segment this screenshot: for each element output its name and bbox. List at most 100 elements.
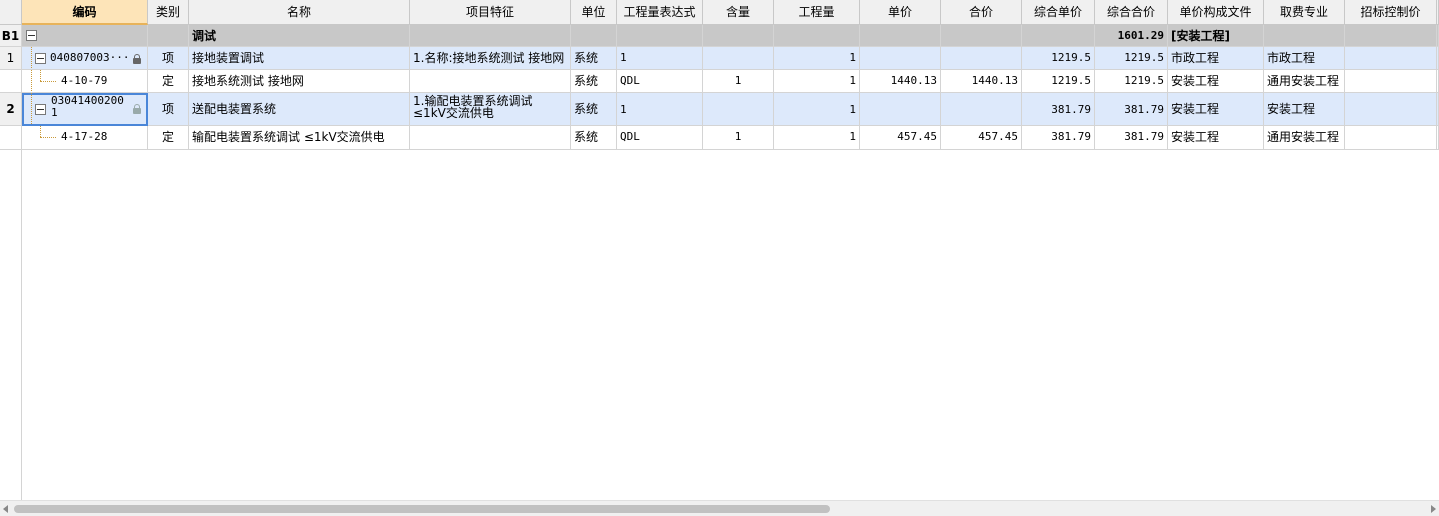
column-header-expr[interactable]: 工程量表达式: [617, 0, 703, 25]
cell-content[interactable]: [703, 25, 774, 47]
column-header-price-file[interactable]: 单价构成文件: [1168, 0, 1264, 25]
column-header-total-price[interactable]: 合价: [941, 0, 1022, 25]
cell-name[interactable]: 送配电装置系统: [189, 93, 410, 126]
cell-fee-specialty[interactable]: 市政工程: [1264, 47, 1345, 70]
cell-total-price[interactable]: 457.45: [941, 126, 1022, 150]
cell-unit[interactable]: [571, 25, 617, 47]
column-header-comp-unit-price[interactable]: 综合单价: [1022, 0, 1095, 25]
cell-features[interactable]: 1.名称:接地系统测试 接地网: [410, 47, 571, 70]
cell-comp-unit-price[interactable]: 1219.5: [1022, 70, 1095, 93]
lock-icon[interactable]: [133, 54, 141, 64]
cell-name[interactable]: 输配电装置系统调试 ≤1kV交流供电: [189, 126, 410, 150]
column-header-comp-total[interactable]: 综合合价: [1095, 0, 1168, 25]
cell-qty[interactable]: 1: [774, 70, 860, 93]
cell-qty[interactable]: 1: [774, 93, 860, 126]
cell-total-price[interactable]: [941, 93, 1022, 126]
cell-name[interactable]: 接地装置调试: [189, 47, 410, 70]
column-header-features[interactable]: 项目特征: [410, 0, 571, 25]
cell-name[interactable]: 接地系统测试 接地网: [189, 70, 410, 93]
column-header-type[interactable]: 类别: [148, 0, 189, 25]
row-number[interactable]: [0, 70, 22, 93]
lock-icon[interactable]: [133, 104, 141, 114]
cell-total-price[interactable]: 1440.13: [941, 70, 1022, 93]
cell-expr[interactable]: QDL: [617, 126, 703, 150]
cell-unit-price[interactable]: [860, 93, 941, 126]
cell-unit-price[interactable]: [860, 25, 941, 47]
collapse-icon[interactable]: [35, 53, 46, 64]
cell-name[interactable]: 调试: [189, 25, 410, 47]
cell-features[interactable]: [410, 25, 571, 47]
cell-fee-specialty[interactable]: 通用安装工程: [1264, 126, 1345, 150]
column-header-unit-price[interactable]: 单价: [860, 0, 941, 25]
cell-price-file[interactable]: 安装工程: [1168, 70, 1264, 93]
cell-content[interactable]: 1: [703, 126, 774, 150]
cell-comp-unit-price[interactable]: [1022, 25, 1095, 47]
cell-code[interactable]: 4-10-79: [22, 70, 148, 93]
cell-expr[interactable]: 1: [617, 93, 703, 126]
cell-features[interactable]: 1.输配电装置系统调试 ≤1kV交流供电: [410, 93, 571, 126]
column-header-bid-control[interactable]: 招标控制价: [1345, 0, 1437, 25]
horizontal-scrollbar[interactable]: [0, 500, 1439, 516]
column-header-qty[interactable]: 工程量: [774, 0, 860, 25]
cell-expr[interactable]: [617, 25, 703, 47]
cell-fee-specialty[interactable]: [1264, 25, 1345, 47]
cell-code[interactable]: 4-17-28: [22, 126, 148, 150]
row-number[interactable]: [0, 126, 22, 150]
cell-comp-total[interactable]: 1601.29: [1095, 25, 1168, 47]
table-row-quota[interactable]: 4-10-79 定 接地系统测试 接地网 系统 QDL 1 1 1440.13 …: [0, 70, 1439, 93]
cell-code[interactable]: 030414002001: [22, 93, 148, 126]
row-number[interactable]: 1: [0, 47, 22, 70]
column-header-fee-specialty[interactable]: 取费专业: [1264, 0, 1345, 25]
column-header-code[interactable]: 编码: [22, 0, 148, 25]
table-row-group[interactable]: B1 调试 1601.29 [安装工程]: [0, 25, 1439, 47]
collapse-icon[interactable]: [26, 30, 37, 41]
cell-bid-control[interactable]: [1345, 47, 1437, 70]
table-row-item[interactable]: 2 030414002001 项 送配电装置系统 1.输配电装置系统调试 ≤1k…: [0, 93, 1439, 126]
cell-bid-control[interactable]: [1345, 25, 1437, 47]
cell-comp-unit-price[interactable]: 381.79: [1022, 126, 1095, 150]
cell-expr[interactable]: 1: [617, 47, 703, 70]
cell-unit-price[interactable]: 1440.13: [860, 70, 941, 93]
cell-bid-control[interactable]: [1345, 93, 1437, 126]
table-row-item[interactable]: 1 040807003··· 项 接地装置调试 1.名称:接地系统测试 接地网 …: [0, 47, 1439, 70]
cell-unit[interactable]: 系统: [571, 70, 617, 93]
cell-content[interactable]: 1: [703, 70, 774, 93]
cell-total-price[interactable]: [941, 25, 1022, 47]
row-number[interactable]: 2: [0, 93, 22, 126]
cell-type[interactable]: [148, 25, 189, 47]
cell-comp-total[interactable]: 1219.5: [1095, 70, 1168, 93]
header-corner[interactable]: [0, 0, 22, 25]
cell-comp-total[interactable]: 1219.5: [1095, 47, 1168, 70]
cell-price-file[interactable]: 安装工程: [1168, 126, 1264, 150]
cell-comp-unit-price[interactable]: 381.79: [1022, 93, 1095, 126]
cell-price-file[interactable]: 市政工程: [1168, 47, 1264, 70]
cell-qty[interactable]: 1: [774, 47, 860, 70]
cell-unit-price[interactable]: [860, 47, 941, 70]
cell-type[interactable]: 定: [148, 126, 189, 150]
cell-bid-control[interactable]: [1345, 126, 1437, 150]
scroll-right-icon[interactable]: [1431, 505, 1436, 513]
table-row-quota[interactable]: 4-17-28 定 输配电装置系统调试 ≤1kV交流供电 系统 QDL 1 1 …: [0, 126, 1439, 150]
row-number[interactable]: B1: [0, 25, 22, 47]
cell-comp-total[interactable]: 381.79: [1095, 126, 1168, 150]
cell-fee-specialty[interactable]: 通用安装工程: [1264, 70, 1345, 93]
cell-comp-total[interactable]: 381.79: [1095, 93, 1168, 126]
cell-total-price[interactable]: [941, 47, 1022, 70]
cell-content[interactable]: [703, 93, 774, 126]
cell-features[interactable]: [410, 126, 571, 150]
cell-type[interactable]: 项: [148, 47, 189, 70]
cell-features[interactable]: [410, 70, 571, 93]
cell-fee-specialty[interactable]: 安装工程: [1264, 93, 1345, 126]
cell-unit[interactable]: 系统: [571, 126, 617, 150]
cell-unit[interactable]: 系统: [571, 93, 617, 126]
cell-expr[interactable]: QDL: [617, 70, 703, 93]
cell-qty[interactable]: [774, 25, 860, 47]
column-header-unit[interactable]: 单位: [571, 0, 617, 25]
column-header-content[interactable]: 含量: [703, 0, 774, 25]
cell-unit[interactable]: 系统: [571, 47, 617, 70]
cell-unit-price[interactable]: 457.45: [860, 126, 941, 150]
cell-price-file[interactable]: 安装工程: [1168, 93, 1264, 126]
cell-code[interactable]: 040807003···: [22, 47, 148, 70]
cell-bid-control[interactable]: [1345, 70, 1437, 93]
cell-code[interactable]: [22, 25, 148, 47]
